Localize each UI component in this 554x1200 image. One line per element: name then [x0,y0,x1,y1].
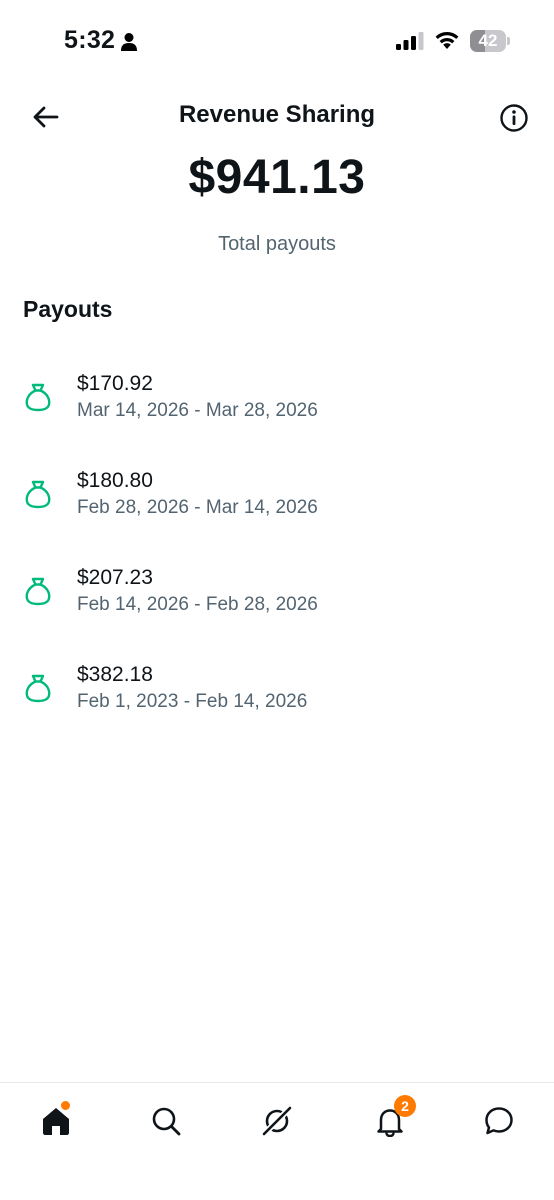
payout-date-range: Feb 1, 2023 - Feb 14, 2026 [77,691,308,712]
payout-date-range: Mar 14, 2026 - Mar 28, 2026 [77,400,318,421]
wifi-icon [435,31,459,49]
home-icon [43,1108,69,1135]
notification-count-badge: 2 [394,1095,416,1117]
total-payout-label: Total payouts [218,233,336,255]
payout-list: $170.92 Mar 14, 2026 - Mar 28, 2026 $180… [0,360,554,748]
nav-search[interactable] [144,1099,188,1143]
total-payout-amount: $941.13 [188,151,366,204]
person-icon [121,33,137,51]
money-bag-icon [25,383,51,412]
payout-amount: $382.18 [77,663,153,686]
battery-cap [507,37,510,45]
battery-body: 42 [470,30,506,52]
bottom-navigation: 2 [0,1082,554,1200]
page-title: Revenue Sharing [178,101,376,128]
nav-messages[interactable] [477,1099,521,1143]
battery-indicator: 42 [470,30,510,52]
payouts-section-title: Payouts [23,296,113,322]
payout-amount: $207.23 [77,566,153,589]
money-bag-icon [25,480,51,509]
payout-list-item[interactable]: $170.92 Mar 14, 2026 - Mar 28, 2026 [0,360,554,457]
money-bag-icon [25,674,51,703]
grok-icon [260,1104,294,1138]
info-button[interactable] [496,100,532,136]
payout-date-range: Feb 14, 2026 - Feb 28, 2026 [77,594,318,615]
payout-list-item[interactable]: $207.23 Feb 14, 2026 - Feb 28, 2026 [0,554,554,651]
payout-date-range: Feb 28, 2026 - Mar 14, 2026 [77,497,318,518]
money-bag-icon [25,577,51,606]
search-icon [152,1107,181,1136]
payout-amount: $180.80 [77,469,153,492]
payout-list-item[interactable]: $180.80 Feb 28, 2026 - Mar 14, 2026 [0,457,554,554]
payout-list-item[interactable]: $382.18 Feb 1, 2023 - Feb 14, 2026 [0,651,554,748]
nav-grok[interactable] [255,1099,299,1143]
battery-level: 42 [478,31,498,50]
nav-notifications[interactable]: 2 [368,1095,416,1143]
messages-icon [485,1107,513,1135]
cellular-signal-icon [396,32,424,50]
home-notification-dot [61,1101,70,1110]
info-circle-icon [500,104,528,132]
nav-home[interactable] [34,1099,78,1143]
status-bar: 5:32 42 [0,0,554,84]
status-time: 5:32 [64,26,116,54]
payout-amount: $170.92 [77,372,153,395]
